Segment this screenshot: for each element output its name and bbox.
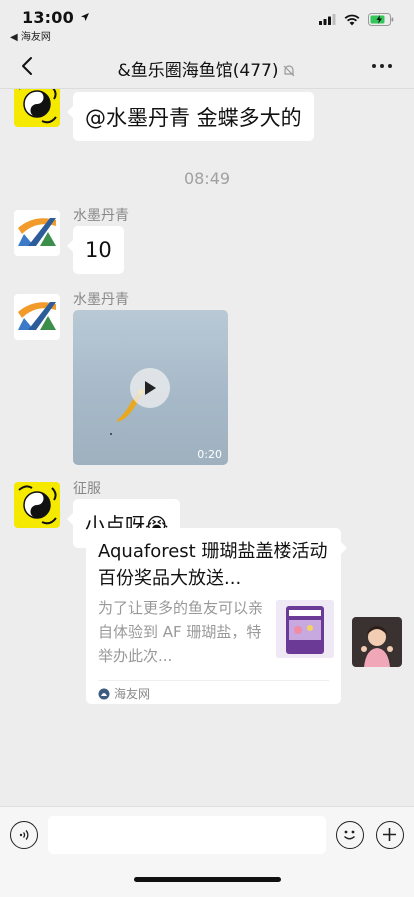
- mute-bell-icon: [284, 65, 295, 77]
- link-card-title: Aquaforest 珊瑚盐盖楼活动 百份奖品大放送...: [98, 541, 328, 589]
- play-button[interactable]: [130, 368, 170, 408]
- child-photo-avatar: [352, 617, 402, 667]
- chat-title: &鱼乐圈海鱼馆(477): [60, 56, 354, 81]
- link-card-description: 为了让更多的鱼友可以亲自体验到 AF 珊瑚盐，特举办此次...: [98, 599, 264, 665]
- battery-charging-icon: [368, 13, 394, 26]
- more-options-button[interactable]: [366, 54, 398, 78]
- play-icon: [145, 381, 156, 395]
- message-bubble[interactable]: @水墨丹青 金蝶多大的: [67, 92, 314, 141]
- avatar-self[interactable]: [352, 617, 402, 667]
- logo-avatar-icon: [14, 210, 60, 256]
- avatar-orange-logo[interactable]: [14, 210, 60, 256]
- cellular-signal-icon: [319, 14, 336, 25]
- sender-name: 征服: [73, 481, 101, 497]
- dot-icon: [380, 64, 384, 68]
- video-duration: 0:20: [197, 448, 222, 461]
- chevron-left-icon: [22, 57, 32, 75]
- emoji-icon: [343, 830, 356, 840]
- sender-name: 水墨丹青: [73, 208, 129, 224]
- back-to-app-link[interactable]: ◀ 海友网: [10, 28, 51, 43]
- more-functions-button[interactable]: [376, 821, 404, 849]
- salt-bag-image: [276, 600, 334, 658]
- divider: [98, 680, 329, 681]
- yin-yang-dragon-avatar-icon: [14, 89, 60, 127]
- voice-icon: [19, 830, 29, 840]
- video-message[interactable]: 0:20: [73, 310, 228, 465]
- chat-header: &鱼乐圈海鱼馆(477): [0, 44, 414, 89]
- logo-avatar-icon: [14, 294, 60, 340]
- source-logo-icon: [98, 688, 110, 699]
- dot-icon: [388, 64, 392, 68]
- clock: 13:00: [22, 8, 90, 27]
- emoji-button[interactable]: [336, 821, 364, 849]
- location-arrow-icon: [80, 13, 89, 21]
- link-card[interactable]: Aquaforest 珊瑚盐盖楼活动 百份奖品大放送... 为了让更多的鱼友可以…: [86, 528, 347, 704]
- yin-yang-dragon-avatar-icon: [14, 482, 60, 528]
- status-bar: 13:00 ◀ 海友网: [0, 0, 414, 44]
- home-indicator[interactable]: [134, 877, 281, 882]
- link-card-thumbnail: [276, 600, 334, 658]
- dot-icon: [372, 64, 376, 68]
- voice-button[interactable]: [10, 821, 38, 849]
- sender-name: 水墨丹青: [73, 292, 129, 308]
- input-bar: [0, 806, 414, 897]
- message-input[interactable]: [48, 816, 326, 854]
- back-button[interactable]: [14, 52, 40, 80]
- wifi-icon: [344, 14, 360, 25]
- avatar-orange-logo[interactable]: [14, 294, 60, 340]
- timestamp: 08:49: [183, 169, 231, 188]
- status-icons: [319, 13, 394, 26]
- message-list[interactable]: @水墨丹青 金蝶多大的 08:49 水墨丹青 10 水墨丹青 0:20 征服 小…: [0, 89, 414, 806]
- avatar-yin-yang[interactable]: [14, 89, 60, 127]
- avatar-yin-yang[interactable]: [14, 482, 60, 528]
- message-bubble[interactable]: 10: [67, 226, 124, 274]
- plus-icon: [383, 828, 396, 841]
- link-card-source: 海友网: [98, 685, 150, 702]
